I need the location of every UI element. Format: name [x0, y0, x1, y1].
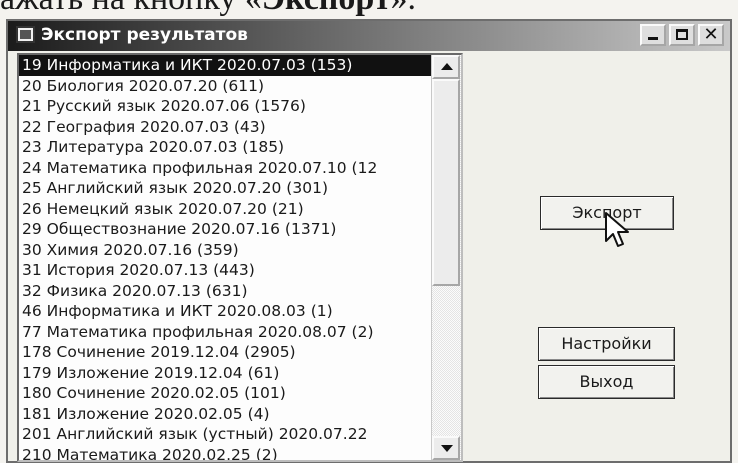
list-item[interactable]: 77 Математика профильная 2020.08.07 (2) [19, 322, 432, 343]
list-item[interactable]: 26 Немецкий язык 2020.07.20 (21) [19, 199, 432, 220]
close-button[interactable]: ✕ [698, 24, 724, 46]
background-instruction-text: ажать на кнопку «Экспорт». [0, 0, 738, 18]
title-bar[interactable]: Экспорт результатов ✕ [8, 21, 730, 51]
scroll-thumb[interactable] [432, 79, 460, 286]
vertical-scrollbar[interactable] [431, 55, 461, 460]
export-results-window: Экспорт результатов ✕ 19 Информатика и И… [6, 19, 732, 463]
exam-list-items: 19 Информатика и ИКТ 2020.07.03 (153) 20 … [19, 55, 432, 461]
list-item[interactable]: 32 Физика 2020.07.13 (631) [19, 281, 432, 302]
list-item[interactable]: 19 Информатика и ИКТ 2020.07.03 (153) [19, 55, 432, 76]
list-item[interactable]: 20 Биология 2020.07.20 (611) [19, 76, 432, 97]
exam-listbox[interactable]: 19 Информатика и ИКТ 2020.07.03 (153) 20 … [17, 53, 463, 462]
app-window-icon [16, 26, 35, 43]
list-item[interactable]: 21 Русский язык 2020.07.06 (1576) [19, 96, 432, 117]
minimize-button[interactable] [640, 24, 666, 46]
arrow-down-icon [441, 445, 453, 452]
list-item[interactable]: 210 Математика 2020.02.25 (2) [19, 445, 432, 461]
list-item[interactable]: 29 Обществознание 2020.07.16 (1371) [19, 219, 432, 240]
list-item[interactable]: 22 География 2020.07.03 (43) [19, 117, 432, 138]
exit-button[interactable]: Выход [538, 365, 675, 399]
minimize-icon [648, 37, 658, 40]
instruction-bold: Экспорт [262, 0, 391, 17]
instruction-prefix: ажать на кнопку « [0, 0, 262, 17]
list-item[interactable]: 24 Математика профильная 2020.07.10 (12 [19, 158, 432, 179]
maximize-icon [676, 29, 688, 40]
scroll-down-button[interactable] [432, 436, 460, 460]
list-item[interactable]: 179 Изложение 2019.12.04 (61) [19, 363, 432, 384]
list-item[interactable]: 46 Информатика и ИКТ 2020.08.03 (1) [19, 301, 432, 322]
list-item[interactable]: 30 Химия 2020.07.16 (359) [19, 240, 432, 261]
list-item[interactable]: 201 Английский язык (устный) 2020.07.22 [19, 424, 432, 445]
mouse-cursor-icon [605, 212, 629, 247]
list-item[interactable]: 178 Сочинение 2019.12.04 (2905) [19, 342, 432, 363]
list-item[interactable]: 31 История 2020.07.13 (443) [19, 260, 432, 281]
list-item[interactable]: 181 Изложение 2020.02.05 (4) [19, 404, 432, 425]
window-title: Экспорт результатов [41, 25, 248, 45]
maximize-button[interactable] [669, 24, 695, 46]
scroll-up-button[interactable] [432, 55, 460, 79]
list-item[interactable]: 180 Сочинение 2020.02.05 (101) [19, 383, 432, 404]
window-controls: ✕ [640, 24, 724, 46]
instruction-suffix: ». [391, 0, 417, 17]
settings-button[interactable]: Настройки [538, 327, 675, 361]
list-item[interactable]: 25 Английский язык 2020.07.20 (301) [19, 178, 432, 199]
close-icon: ✕ [703, 24, 719, 45]
arrow-up-icon [441, 63, 453, 70]
list-item[interactable]: 23 Литература 2020.07.03 (185) [19, 137, 432, 158]
